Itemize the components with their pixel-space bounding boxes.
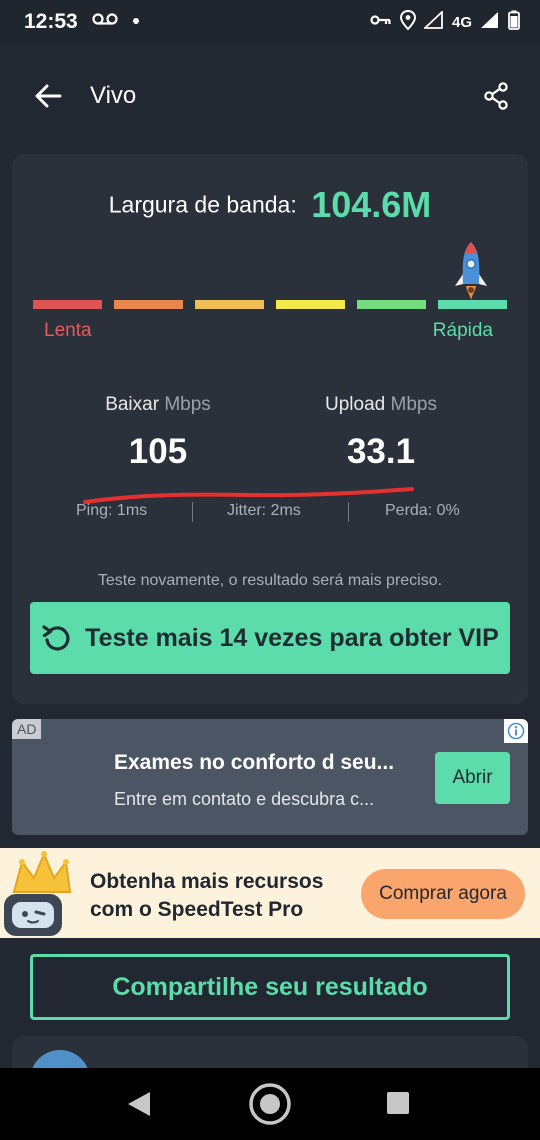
ad-card[interactable]: AD Exames no conforto d seu... Entre em … <box>12 719 528 835</box>
download-label: Baixar <box>105 394 160 415</box>
signal-icon <box>422 9 444 34</box>
scale-segment <box>195 300 264 309</box>
pro-line-1: Obtenha mais recursos <box>90 870 324 893</box>
vip-test-button[interactable]: Teste mais 14 vezes para obter VIP <box>30 602 510 674</box>
scale-segment <box>357 300 426 309</box>
status-icons: 4G <box>370 9 520 35</box>
download-metric: Baixar Mbps 105 <box>58 394 258 472</box>
signal-icon-2 <box>480 11 500 34</box>
share-result-button[interactable]: Compartilhe seu resultado <box>30 954 510 1020</box>
ad-description: Entre em contato e descubra c... <box>114 789 375 809</box>
arrow-left-icon <box>35 84 62 108</box>
app-bar: Vivo <box>0 44 540 148</box>
bandwidth-label: Largura de banda: <box>108 191 297 218</box>
result-card: Largura de banda: 104.6M Lenta Rápida Ba… <box>12 154 528 704</box>
jitter-value: Jitter: 2ms <box>227 502 301 519</box>
ad-info-icon[interactable] <box>504 719 528 743</box>
stat-divider <box>192 502 193 522</box>
retest-hint: Teste novamente, o resultado será mais p… <box>97 572 443 589</box>
status-time: 12:53 <box>24 10 78 33</box>
vpn-key-icon <box>370 13 392 32</box>
upload-metric: Upload Mbps 33.1 <box>281 394 481 472</box>
bandwidth-value: 104.6M <box>311 184 432 225</box>
notification-dot-icon <box>133 18 139 24</box>
rocket-icon <box>453 240 489 307</box>
nav-home-icon[interactable] <box>248 1082 292 1126</box>
nav-back-icon[interactable] <box>126 1090 152 1118</box>
vip-button-label: Teste mais 14 vezes para obter VIP <box>85 623 499 652</box>
scale-slow-label: Lenta <box>44 320 92 341</box>
nav-recents-icon[interactable] <box>387 1092 409 1114</box>
buy-now-button[interactable]: Comprar agora <box>361 869 525 919</box>
speedtest-mascot-icon <box>4 851 72 936</box>
upload-unit: Mbps <box>390 394 437 415</box>
speed-scale <box>33 300 507 309</box>
scale-fast-label: Rápida <box>432 320 493 341</box>
share-icon <box>484 82 508 110</box>
battery-icon <box>508 10 520 35</box>
back-button[interactable] <box>30 78 66 114</box>
ping-value: Ping: 1ms <box>76 502 148 519</box>
scale-segment <box>276 300 345 309</box>
retry-icon <box>42 625 70 651</box>
location-icon <box>399 9 416 35</box>
pro-banner-text: Obtenha mais recursos com o SpeedTest Pr… <box>90 868 323 924</box>
pro-line-2: com o SpeedTest Pro <box>90 898 304 921</box>
stat-divider <box>348 502 349 522</box>
loss-value: Perda: 0% <box>385 502 460 519</box>
upload-label: Upload <box>325 394 386 415</box>
system-nav-bar <box>0 1068 540 1140</box>
ad-title[interactable]: Exames no conforto d seu... <box>114 751 414 775</box>
pro-banner[interactable]: Obtenha mais recursos com o SpeedTest Pr… <box>0 848 540 938</box>
status-bar: 12:53 4G <box>0 0 540 44</box>
bandwidth-row: Largura de banda: 104.6M <box>12 184 528 226</box>
upload-value: 33.1 <box>346 432 416 471</box>
ad-open-button[interactable]: Abrir <box>435 752 510 804</box>
scale-segment <box>114 300 183 309</box>
voicemail-icon <box>92 12 118 31</box>
scale-segment <box>438 300 507 309</box>
download-value: 105 <box>128 432 188 471</box>
page-title: Vivo <box>90 82 137 109</box>
stats-row: Ping: 1ms Jitter: 2ms Perda: 0% <box>12 502 528 526</box>
download-unit: Mbps <box>164 394 211 415</box>
ad-tag: AD <box>12 719 42 739</box>
network-type: 4G <box>451 14 472 31</box>
scale-segment <box>33 300 102 309</box>
share-button[interactable] <box>478 78 514 114</box>
